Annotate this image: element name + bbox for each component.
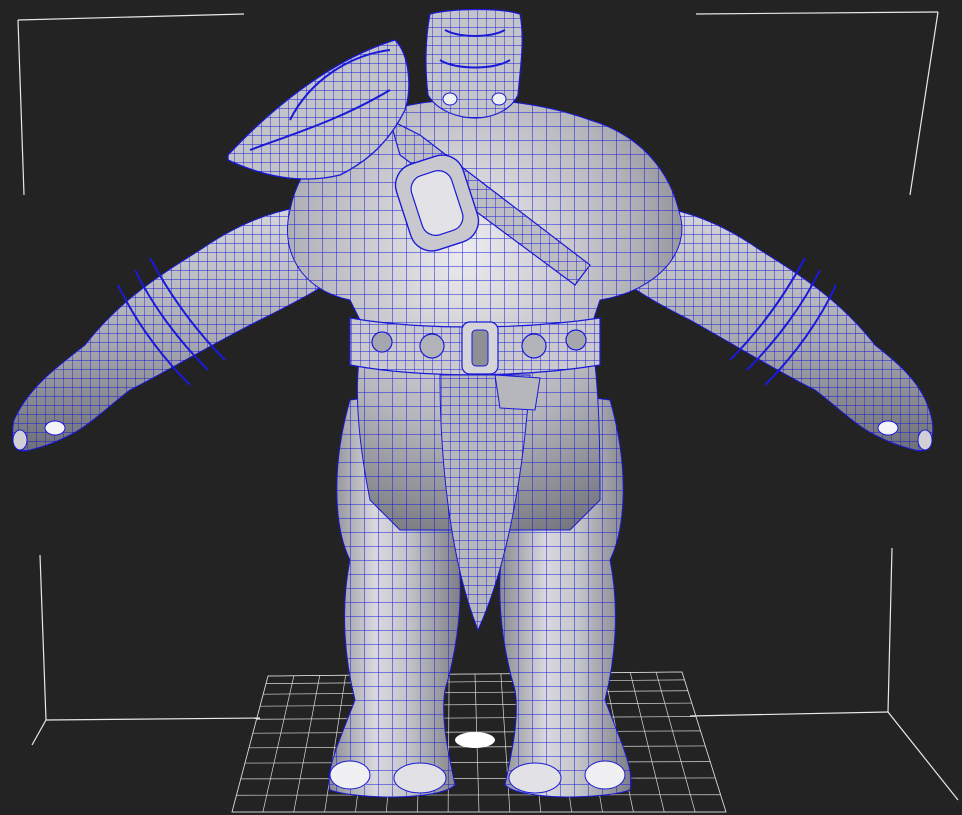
hippo-warrior-mesh[interactable] bbox=[12, 8, 934, 798]
floor-grid-line bbox=[655, 672, 696, 813]
pivot-marker[interactable] bbox=[455, 732, 495, 748]
viewport-scene[interactable] bbox=[0, 0, 962, 815]
head[interactable] bbox=[425, 8, 523, 119]
floor-grid-line bbox=[447, 674, 450, 813]
floor-grid-line bbox=[293, 675, 321, 813]
floor-grid-line bbox=[262, 675, 295, 813]
floor-grid-line bbox=[231, 675, 269, 813]
floor-grid-line bbox=[500, 673, 511, 813]
3d-viewport[interactable] bbox=[0, 0, 962, 815]
floor-grid-line bbox=[240, 777, 716, 780]
floor-grid-line bbox=[629, 672, 665, 813]
floor-grid-line bbox=[681, 671, 727, 813]
